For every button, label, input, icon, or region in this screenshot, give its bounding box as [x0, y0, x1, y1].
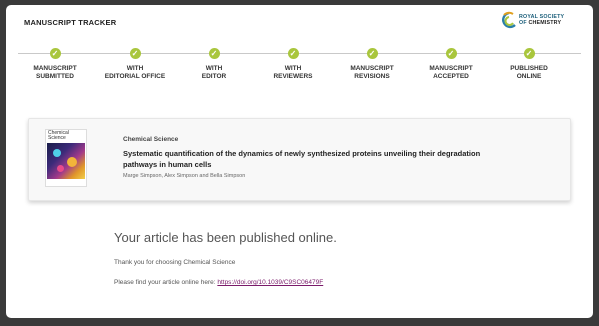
step-label-line2: ONLINE [516, 72, 542, 80]
logo-text-chemistry: CHEMISTRY [528, 20, 562, 26]
step-published-online: ✓ PUBLISHED ONLINE [491, 45, 567, 80]
step-manuscript-accepted: ✓ MANUSCRIPT ACCEPTED [413, 45, 489, 80]
step-label: MANUSCRIPT REVISIONS [334, 65, 410, 80]
logo-text-line2: OF CHEMISTRY [519, 20, 564, 26]
step-label-line1: WITH [284, 65, 302, 72]
step-with-editorial-office: ✓ WITH EDITORIAL OFFICE [97, 45, 173, 80]
journal-name: Chemical Science [123, 136, 179, 143]
step-label-line1: MANUSCRIPT [429, 65, 473, 72]
cover-dot [67, 157, 77, 167]
step-label-line2: REVIEWERS [273, 72, 313, 80]
rsc-logo: ROYAL SOCIETY OF CHEMISTRY [501, 11, 581, 33]
cover-title: Chemical Science [48, 131, 69, 141]
check-icon: ✓ [49, 48, 61, 59]
page-title: MANUSCRIPT TRACKER [24, 18, 117, 27]
rsc-logo-icon [502, 11, 516, 29]
step-label: WITH EDITOR [176, 65, 252, 80]
check-icon: ✓ [287, 48, 299, 59]
step-manuscript-submitted: ✓ MANUSCRIPT SUBMITTED [17, 45, 93, 80]
article-title[interactable]: Systematic quantification of the dynamic… [123, 148, 483, 170]
progress-tracker: ✓ MANUSCRIPT SUBMITTED ✓ WITH EDITORIAL … [18, 45, 581, 87]
find-article-text: Please find your article online here: ht… [114, 279, 323, 286]
step-manuscript-revisions: ✓ MANUSCRIPT REVISIONS [334, 45, 410, 80]
cover-dot [57, 165, 64, 172]
step-label: WITH EDITORIAL OFFICE [97, 65, 173, 80]
step-label-line2: ACCEPTED [433, 72, 469, 80]
check-icon: ✓ [523, 48, 535, 59]
cover-title-line2: Science [48, 135, 66, 141]
step-label-line2: EDITORIAL OFFICE [104, 72, 166, 80]
step-label-line2: EDITOR [201, 72, 227, 80]
step-label-line1: WITH [126, 65, 144, 72]
tracker-card: MANUSCRIPT TRACKER ROYAL SOCIETY OF CHEM… [6, 5, 593, 318]
step-label: MANUSCRIPT ACCEPTED [413, 65, 489, 80]
step-with-editor: ✓ WITH EDITOR [176, 45, 252, 80]
published-heading: Your article has been published online. [114, 230, 337, 245]
check-icon: ✓ [445, 48, 457, 59]
article-authors: Marge Simpson, Alex Simpson and Bella Si… [123, 173, 246, 179]
check-icon: ✓ [129, 48, 141, 59]
cover-dot [53, 149, 61, 157]
check-icon: ✓ [366, 48, 378, 59]
doi-link[interactable]: https://doi.org/10.1039/C9SC06479F [217, 279, 323, 286]
step-label-line2: SUBMITTED [36, 72, 74, 80]
step-with-reviewers: ✓ WITH REVIEWERS [255, 45, 331, 80]
find-prefix: Please find your article online here: [114, 279, 218, 286]
step-label: WITH REVIEWERS [255, 65, 331, 80]
step-label-line1: WITH [205, 65, 223, 72]
article-card[interactable]: Chemical Science Chemical Science System… [28, 118, 571, 201]
step-label: PUBLISHED ONLINE [491, 65, 567, 80]
step-label-line1: PUBLISHED [510, 65, 548, 72]
step-label-line1: MANUSCRIPT [350, 65, 394, 72]
journal-cover-image: Chemical Science [45, 129, 87, 187]
thanks-text: Thank you for choosing Chemical Science [114, 259, 236, 266]
step-label-line1: MANUSCRIPT [33, 65, 77, 72]
step-label: MANUSCRIPT SUBMITTED [17, 65, 93, 80]
step-label-line2: REVISIONS [354, 72, 390, 80]
cover-artwork [47, 143, 85, 179]
check-icon: ✓ [208, 48, 220, 59]
logo-text-of: OF [519, 20, 527, 26]
